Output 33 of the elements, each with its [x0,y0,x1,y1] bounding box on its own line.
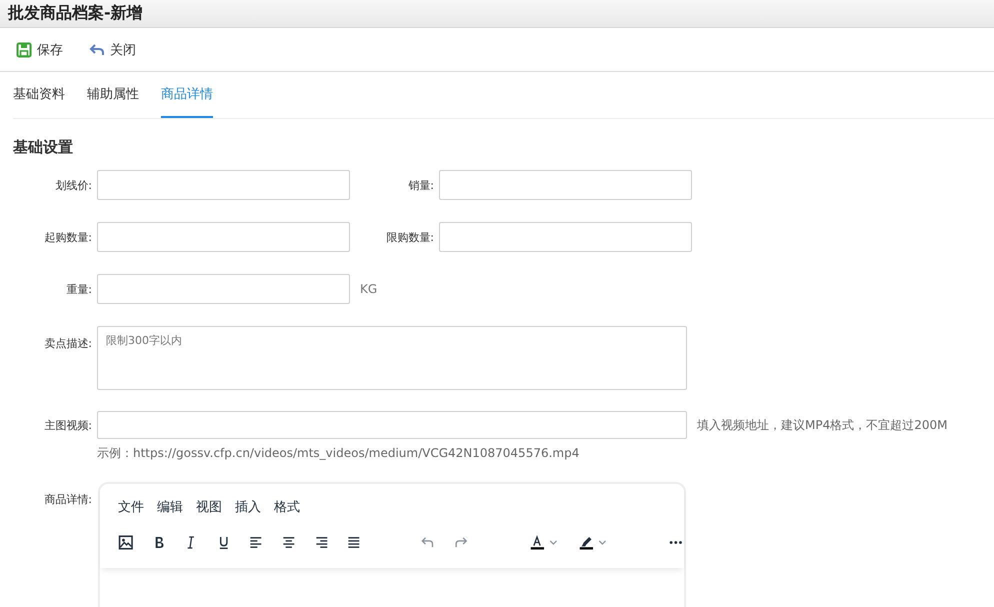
textarea-field[interactable]: 限制300字以内 [97,326,687,390]
field-label: 销量: [407,178,434,192]
field-label: 起购数量: [43,230,92,244]
input-field[interactable] [439,222,692,252]
field-label: 划线价: [54,178,92,192]
window-title: 批发商品档案-新增 [8,3,143,24]
menu-item[interactable]: 格式 [274,498,300,516]
section-title: 基础设置 [13,138,74,158]
example-text: 示例：https://gossv.cfp.cn/videos/mts_videos/medium/VCG42N1087045576.mp4 [97,445,580,462]
menu-item[interactable]: 文件 [118,498,144,516]
unit-label: KG [360,282,378,296]
close-button[interactable]: 关闭 [87,38,138,60]
field-label: 商品详情: [43,492,92,507]
input-field[interactable] [97,222,350,252]
field-label: 限购数量: [385,230,434,244]
menu-item[interactable]: 插入 [235,498,261,516]
input-field[interactable] [97,274,350,304]
save-button[interactable]: 保存 [14,38,65,60]
image-icon[interactable] [118,532,134,552]
field-label: 卖点描述: [43,336,92,351]
field-label: 重量: [65,282,92,296]
return-arrow-icon [89,42,105,56]
tab[interactable]: 基础资料 [13,72,65,118]
field-label: 主图视频: [43,418,92,432]
tab[interactable]: 商品详情 [161,72,213,118]
input-field[interactable] [439,170,692,200]
menu-item[interactable]: 编辑 [157,498,183,516]
input-field[interactable] [97,411,687,439]
hint-text: 填入视频地址，建议MP4格式，不宜超过200M [697,416,948,434]
rich-text-editor[interactable]: 文件 编辑 视图 插入 格式 [98,482,686,607]
tab[interactable]: 辅助属性 [87,72,139,118]
input-field[interactable] [97,170,350,200]
menu-item[interactable]: 视图 [196,498,222,516]
